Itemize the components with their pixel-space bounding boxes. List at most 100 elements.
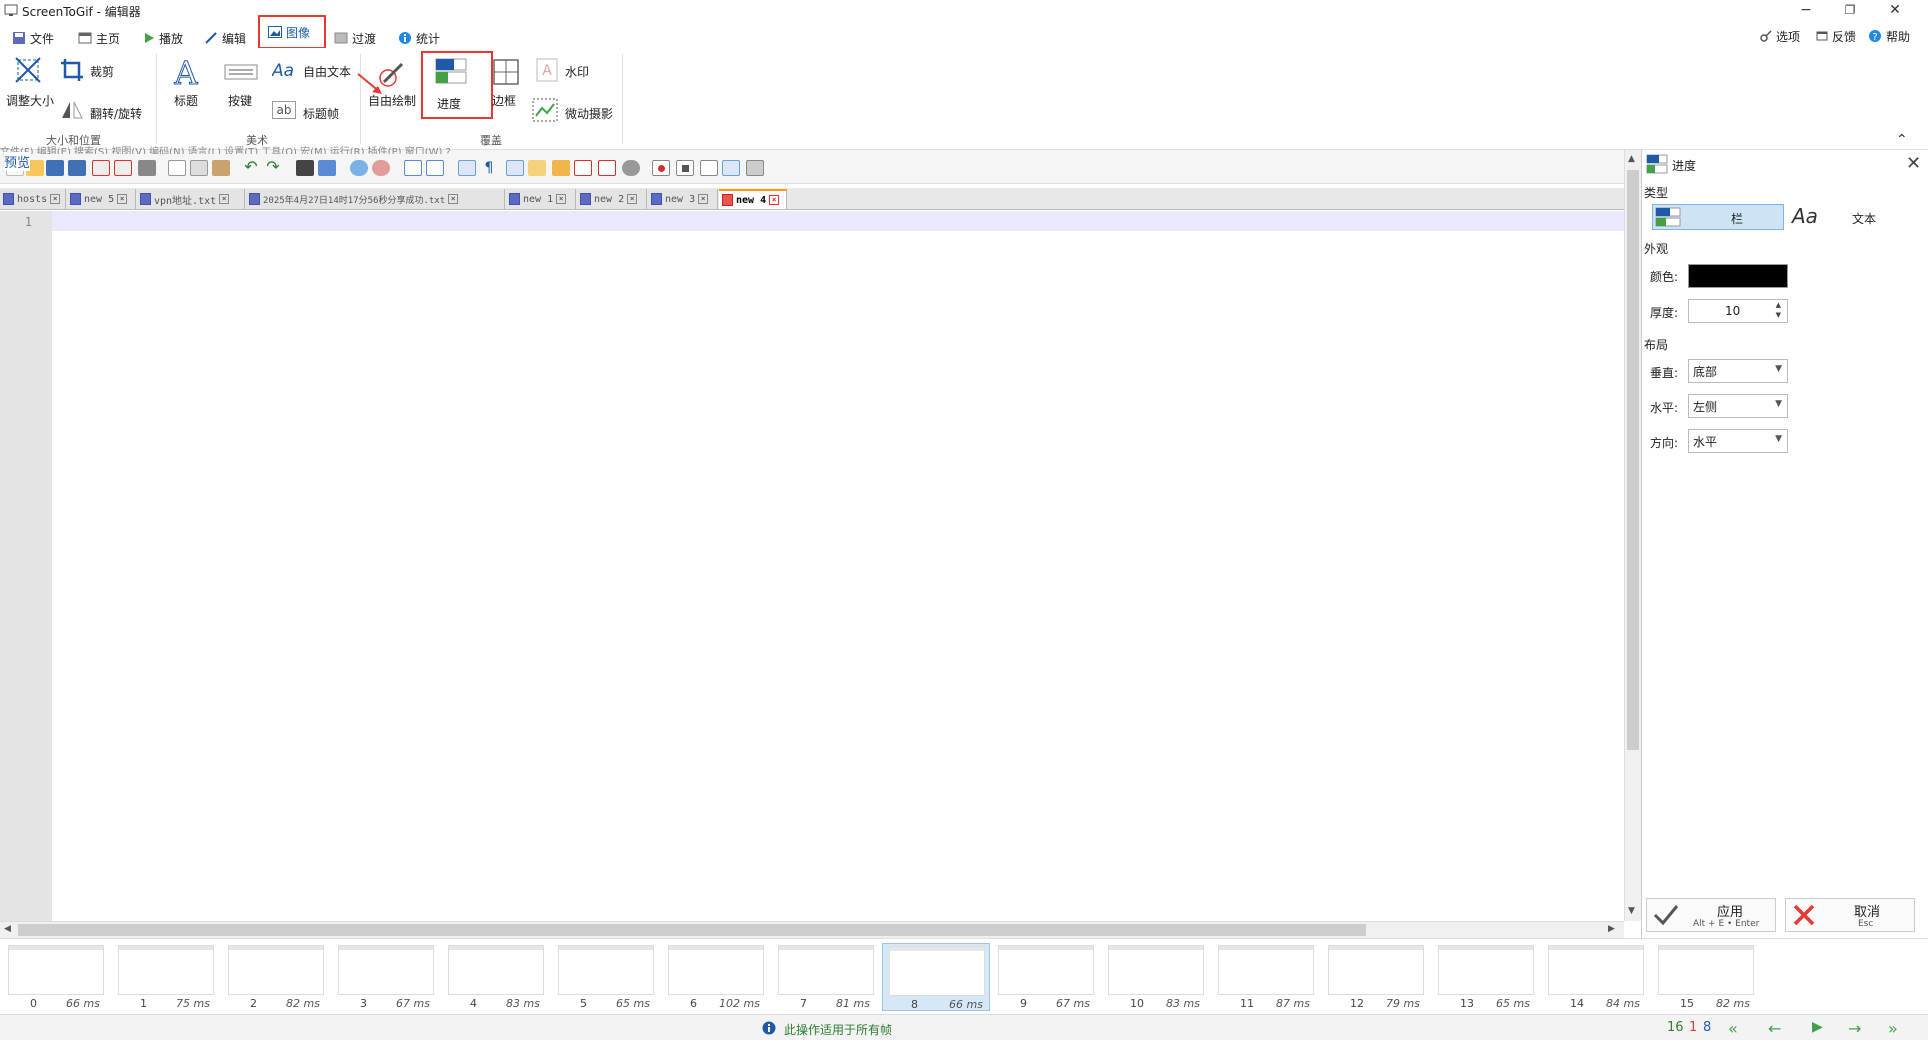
direction-select[interactable]: 水平 ▼ (1688, 429, 1788, 453)
doc-tab[interactable]: 2025年4月27日14时17分56秒分享成功.txt × (246, 189, 505, 209)
thickness-stepper[interactable]: 10 ▲ ▼ (1688, 299, 1788, 323)
previous-frame-icon[interactable]: ← (1768, 1019, 1781, 1038)
tab-file[interactable]: 文件 (12, 27, 54, 49)
frame-thumbnail[interactable]: 12 79 ms (1324, 945, 1426, 1010)
type-text-option[interactable]: 文本 (1852, 210, 1876, 227)
stepper-arrows-icon[interactable]: ▲ ▼ (1776, 300, 1781, 320)
close-tab-icon[interactable]: × (117, 194, 128, 204)
folder-workspace-icon[interactable] (574, 160, 592, 176)
stop-macro-icon[interactable] (676, 160, 694, 176)
play-frames-icon[interactable]: ▶ (1812, 1019, 1823, 1035)
save-macro-icon[interactable] (746, 160, 764, 176)
crop-button[interactable]: 裁剪 (90, 63, 114, 80)
print-icon[interactable] (138, 160, 156, 176)
run-macro-multiple-icon[interactable] (722, 160, 740, 176)
close-tab-icon[interactable]: × (769, 195, 780, 205)
replace-icon[interactable] (318, 160, 336, 176)
cinemagraph-button[interactable]: 微动摄影 (565, 105, 613, 122)
scroll-down-icon[interactable]: ▼ (1628, 906, 1635, 916)
frame-thumbnail[interactable]: 5 65 ms (554, 945, 656, 1010)
close-panel-icon[interactable]: ✕ (1906, 153, 1921, 174)
doc-tab-active[interactable]: new 4 × (719, 189, 787, 209)
doc-tab[interactable]: new 3 × (648, 189, 718, 209)
frame-thumbnail[interactable]: 2 82 ms (224, 945, 326, 1010)
monitoring-icon[interactable] (598, 160, 616, 176)
close-file-icon[interactable] (92, 160, 110, 176)
doc-tab[interactable]: new 1 × (506, 189, 576, 209)
copy-icon[interactable] (190, 160, 208, 176)
undo-icon[interactable]: ↶ (242, 159, 260, 176)
frame-thumbnail[interactable]: 15 82 ms (1654, 945, 1756, 1010)
frame-thumbnail[interactable]: 14 84 ms (1544, 945, 1646, 1010)
horizontal-scrollbar[interactable]: ◀ ▶ (0, 921, 1624, 938)
restore-button[interactable]: ❐ (1830, 0, 1870, 22)
indent-guide-icon[interactable] (506, 160, 524, 176)
frame-thumbnail[interactable]: 7 81 ms (774, 945, 876, 1010)
last-frame-icon[interactable]: » (1888, 1019, 1898, 1038)
free-text-button[interactable]: 自由文本 (303, 63, 351, 80)
resize-button[interactable]: 调整大小 (6, 92, 54, 109)
frame-thumbnail-selected[interactable]: 8 66 ms (882, 943, 990, 1011)
first-frame-icon[interactable]: « (1728, 1019, 1738, 1038)
zoom-out-icon[interactable] (372, 160, 390, 176)
show-all-chars-icon[interactable]: ¶ (480, 160, 498, 176)
horizontal-scroll-thumb[interactable] (18, 924, 1366, 936)
frame-thumbnail[interactable]: 13 65 ms (1434, 945, 1536, 1010)
free-draw-button[interactable]: 自由绘制 (368, 92, 416, 109)
record-macro-icon[interactable] (652, 160, 670, 176)
minimize-button[interactable]: − (1786, 0, 1826, 22)
doc-tab[interactable]: hosts × (0, 189, 66, 209)
feedback-button[interactable]: 反馈 (1816, 25, 1856, 47)
frame-thumbnail[interactable]: 0 66 ms (4, 945, 106, 1010)
progress-button[interactable]: 进度 (421, 51, 493, 119)
type-bar-option[interactable]: 栏 (1652, 204, 1784, 230)
redo-icon[interactable]: ↷ (264, 159, 282, 176)
tab-transitions[interactable]: 过渡 (334, 27, 376, 49)
color-picker[interactable] (1688, 264, 1788, 288)
close-tab-icon[interactable]: × (219, 194, 230, 204)
apply-button[interactable]: 应用 Alt + E • Enter (1646, 898, 1776, 932)
doc-tab[interactable]: vpn地址.txt × (137, 189, 245, 209)
tab-statistics[interactable]: 统计 (398, 27, 440, 49)
sync-h-icon[interactable] (426, 160, 444, 176)
play-macro-icon[interactable] (700, 160, 718, 176)
frame-thumbnail[interactable]: 1 75 ms (114, 945, 216, 1010)
doc-tab[interactable]: new 5 × (67, 189, 136, 209)
scroll-right-icon[interactable]: ▶ (1608, 924, 1615, 934)
title-button[interactable]: 标题 (174, 92, 198, 109)
word-wrap-icon[interactable] (458, 160, 476, 176)
title-frame-button[interactable]: 标题帧 (303, 105, 339, 122)
close-tab-icon[interactable]: × (556, 194, 567, 204)
cancel-button[interactable]: 取消 Esc (1785, 898, 1915, 932)
frame-thumbnail[interactable]: 10 83 ms (1104, 945, 1206, 1010)
border-button[interactable]: 边框 (492, 92, 516, 109)
tab-home[interactable]: 主页 (78, 27, 120, 49)
vertical-scrollbar[interactable]: ▲ ▼ (1624, 150, 1641, 921)
watermark-button[interactable]: 水印 (565, 63, 589, 80)
tab-play[interactable]: 播放 (143, 27, 183, 49)
next-frame-icon[interactable]: → (1848, 1019, 1861, 1038)
close-all-icon[interactable] (114, 160, 132, 176)
frame-thumbnail[interactable]: 11 87 ms (1214, 945, 1316, 1010)
frame-thumbnail[interactable]: 3 67 ms (334, 945, 436, 1010)
doc-tab[interactable]: new 2 × (577, 189, 647, 209)
close-tab-icon[interactable]: × (448, 194, 459, 204)
scroll-left-icon[interactable]: ◀ (4, 924, 11, 934)
paste-icon[interactable] (212, 160, 230, 176)
save-icon[interactable] (46, 160, 64, 176)
find-icon[interactable] (296, 160, 314, 176)
flip-rotate-button[interactable]: 翻转/旋转 (90, 105, 142, 122)
options-button[interactable]: 选项 (1760, 25, 1800, 47)
notepad-menu-bar[interactable]: 文件(F) 编辑(E) 搜索(S) 视图(V) 编码(N) 语言(L) 设置(T… (0, 143, 720, 154)
frame-thumbnail[interactable]: 4 83 ms (444, 945, 546, 1010)
vertical-scroll-thumb[interactable] (1627, 170, 1639, 750)
text-editor-area[interactable] (52, 211, 1624, 921)
sync-v-icon[interactable] (404, 160, 422, 176)
close-tab-icon[interactable]: × (698, 194, 709, 204)
function-list-icon[interactable] (552, 160, 570, 176)
vertical-select[interactable]: 底部 ▼ (1688, 359, 1788, 383)
zoom-in-icon[interactable] (350, 160, 368, 176)
macro-icon[interactable] (622, 160, 640, 176)
collapse-ribbon-icon[interactable]: ⌃ (1896, 132, 1908, 148)
frame-thumbnail[interactable]: 6 102 ms (664, 945, 766, 1010)
